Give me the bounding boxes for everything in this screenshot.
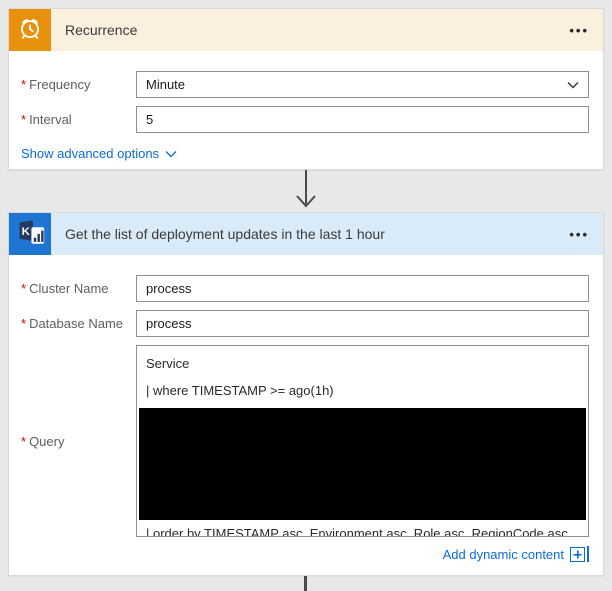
cluster-name-row: *Cluster Name [21, 275, 589, 302]
chevron-down-icon [567, 77, 579, 92]
frequency-label: *Frequency [21, 77, 136, 92]
kusto-card-body: *Cluster Name *Database Name *Query Serv… [9, 255, 603, 562]
show-advanced-options-link[interactable]: Show advanced options [21, 146, 177, 161]
query-label: *Query [21, 434, 136, 449]
kusto-card-title: Get the list of deployment updates in th… [51, 226, 555, 242]
query-input[interactable]: Service | where TIMESTAMP >= ago(1h) | o… [136, 345, 589, 537]
kusto-menu-button[interactable]: ••• [555, 223, 603, 246]
recurrence-card: Recurrence ••• *Frequency Minute *Interv… [8, 8, 604, 170]
required-marker: * [21, 316, 26, 331]
kusto-action-card: K Get the list of deployment updates in … [8, 212, 604, 576]
query-line-1: Service [137, 346, 588, 377]
required-marker: * [21, 434, 26, 449]
recurrence-card-title: Recurrence [51, 22, 555, 38]
recurrence-card-body: *Frequency Minute *Interval Show advance… [9, 51, 603, 163]
recurrence-menu-button[interactable]: ••• [555, 19, 603, 42]
recurrence-icon-tile [9, 9, 51, 51]
kusto-card-header[interactable]: K Get the list of deployment updates in … [9, 213, 603, 255]
query-line-2: | where TIMESTAMP >= ago(1h) [137, 377, 588, 404]
add-dynamic-content-row: Add dynamic content [21, 546, 589, 562]
flow-connector-stub[interactable] [304, 576, 307, 591]
insert-caret-bar [587, 546, 589, 562]
recurrence-card-header[interactable]: Recurrence ••• [9, 9, 603, 51]
interval-row: *Interval [21, 106, 589, 133]
interval-input[interactable] [136, 106, 589, 133]
add-dynamic-content-link[interactable]: Add dynamic content [443, 547, 564, 562]
frequency-value: Minute [146, 77, 567, 92]
cluster-name-label: *Cluster Name [21, 281, 136, 296]
required-marker: * [21, 112, 26, 127]
cluster-name-input[interactable] [136, 275, 589, 302]
required-marker: * [21, 281, 26, 296]
plus-icon[interactable] [570, 547, 585, 562]
redacted-query-block [139, 408, 586, 520]
kusto-icon-tile: K [9, 213, 51, 255]
advanced-options-row: Show advanced options [21, 145, 589, 163]
query-order-by-line: | order by TIMESTAMP asc, Environment as… [137, 522, 588, 537]
database-name-label: *Database Name [21, 316, 136, 331]
flow-connector-arrow[interactable] [0, 170, 612, 212]
svg-text:K: K [22, 225, 31, 237]
required-marker: * [21, 77, 26, 92]
alarm-clock-icon [17, 15, 43, 46]
database-name-row: *Database Name [21, 310, 589, 337]
interval-label: *Interval [21, 112, 136, 127]
chevron-down-icon [165, 146, 177, 161]
frequency-dropdown[interactable]: Minute [136, 71, 589, 98]
kusto-connector-icon: K [13, 215, 47, 254]
frequency-row: *Frequency Minute [21, 71, 589, 98]
database-name-input[interactable] [136, 310, 589, 337]
query-row: *Query Service | where TIMESTAMP >= ago(… [21, 345, 589, 537]
